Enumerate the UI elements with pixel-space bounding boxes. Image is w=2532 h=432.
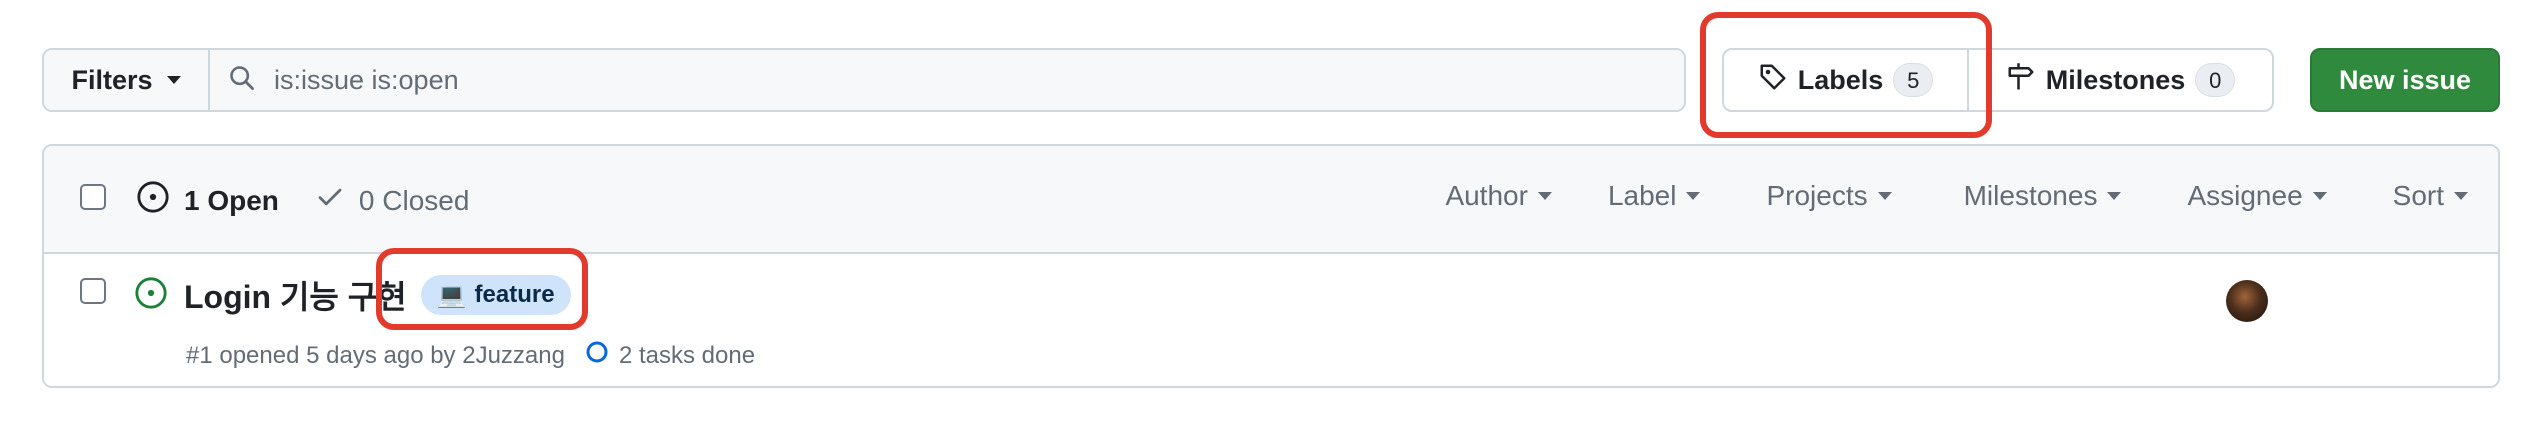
search-icon [228,64,256,97]
sort-filter[interactable]: Sort [2393,180,2468,212]
issue-row: Login 기능 구현 💻 feature #1 opened 5 days a… [44,254,2498,386]
select-all-checkbox[interactable] [80,184,106,210]
milestones-filter-label: Milestones [1963,180,2098,211]
issue-opened-meta: #1 opened 5 days ago by 2Juzzang [186,341,565,369]
issues-list-header: 1 Open 0 Closed Author Label Projects Mi… [44,146,2498,254]
issue-opened-icon [134,276,168,315]
filters-dropdown-button[interactable]: Filters [44,50,210,110]
open-issues-toggle[interactable]: 1 Open [136,180,279,221]
assignee-filter[interactable]: Assignee [2187,180,2327,212]
projects-filter-label: Projects [1766,180,1868,211]
milestones-filter[interactable]: Milestones [1964,180,2122,212]
search-box [210,50,1684,110]
chevron-down-icon [1537,192,1552,200]
chevron-down-icon [2107,192,2122,200]
issue-title-line: Login 기능 구현 💻 feature [184,272,571,318]
issue-opened-icon [136,180,170,221]
open-count-label: 1 Open [184,184,279,216]
author-filter-label: Author [1445,180,1528,211]
chevron-down-icon [1686,192,1701,200]
task-progress-label: 2 tasks done [618,341,756,369]
assignee-filter-label: Assignee [2187,180,2303,211]
header-filter-menus: Author Label Projects Milestones Assigne… [1445,180,2468,212]
issue-meta: #1 opened 5 days ago by 2Juzzang 2 tasks… [186,340,755,371]
tag-icon [1758,62,1788,99]
projects-filter[interactable]: Projects [1766,180,1892,212]
issue-label-feature[interactable]: 💻 feature [420,275,571,315]
author-filter[interactable]: Author [1445,180,1552,212]
issues-list: 1 Open 0 Closed Author Label Projects Mi… [42,144,2500,388]
labels-button[interactable]: Labels 5 [1724,50,1969,110]
chevron-down-icon [2312,192,2327,200]
chevron-down-icon [2454,192,2468,200]
closed-issues-toggle[interactable]: 0 Closed [315,182,470,219]
search-input[interactable] [274,64,1684,96]
labels-milestones-group: Labels 5 Milestones 0 [1722,48,2274,112]
sort-filter-label: Sort [2392,180,2444,211]
issue-select-checkbox[interactable] [80,278,106,304]
task-progress: 2 tasks done [585,340,755,371]
issue-label-name: feature [474,281,555,308]
laptop-emoji-icon: 💻 [436,281,467,309]
filters-search-group: Filters [42,48,1686,112]
label-filter-label: Label [1607,180,1677,211]
milestones-count-badge: 0 [2195,63,2236,97]
filters-label: Filters [71,64,153,95]
task-progress-ring-icon [585,340,609,371]
new-issue-button[interactable]: New issue [2310,48,2500,112]
milestone-signpost-icon [2006,62,2036,99]
chevron-down-icon [166,76,181,84]
assignee-avatar[interactable] [2226,280,2268,322]
closed-count-label: 0 Closed [358,184,470,216]
issue-state-toggles: 1 Open 0 Closed [136,180,469,221]
milestones-button[interactable]: Milestones 0 [1969,50,2272,110]
labels-label: Labels [1797,64,1884,95]
issue-title-link[interactable]: Login 기능 구현 [184,272,407,318]
label-filter[interactable]: Label [1608,180,1701,212]
check-icon [315,182,345,219]
labels-count-badge: 5 [1893,63,1934,97]
milestones-label: Milestones [2045,64,2186,95]
chevron-down-icon [1877,192,1892,200]
